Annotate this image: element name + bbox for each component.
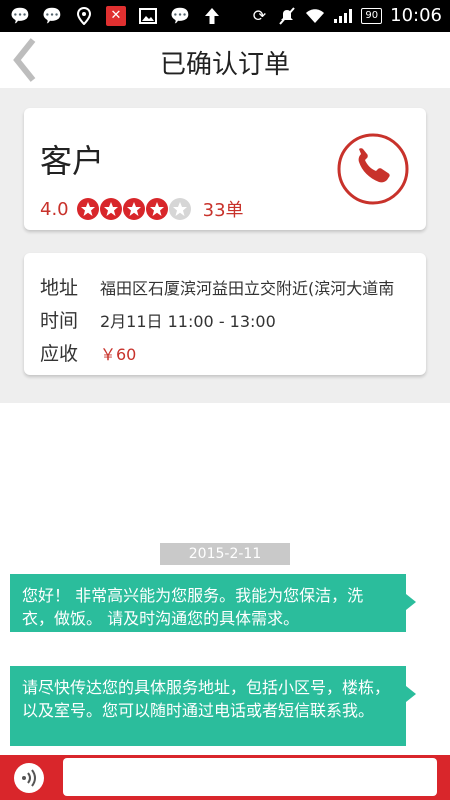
time-label: 时间 bbox=[40, 310, 79, 332]
wifi-icon bbox=[305, 6, 325, 26]
sync-icon: ⟳ bbox=[252, 5, 267, 25]
customer-name: 客户 bbox=[40, 142, 105, 180]
message-input-bar bbox=[0, 755, 450, 800]
customer-card: 客户 4.0 33单 bbox=[24, 108, 426, 230]
address-row: 地址 福田区石厦滨河益田立交附近(滨河大道南 bbox=[40, 273, 420, 300]
call-button[interactable] bbox=[336, 132, 410, 206]
status-bar-notifications: 💬 💬 ✕ 💬 bbox=[10, 6, 222, 26]
image-icon bbox=[138, 6, 158, 26]
signal-icon bbox=[333, 6, 353, 26]
star-filled-icon bbox=[99, 198, 122, 220]
star-empty-icon bbox=[168, 198, 191, 220]
rating-value: 4.0 bbox=[40, 198, 69, 220]
rating-stars bbox=[76, 198, 191, 220]
order-details-card: 地址 福田区石厦滨河益田立交附近(滨河大道南 时间 2月11日 11:00 - … bbox=[24, 253, 426, 375]
voice-input-button[interactable] bbox=[14, 763, 44, 793]
amount-due-row: 应收 ￥60 bbox=[40, 339, 420, 366]
time-row: 时间 2月11日 11:00 - 13:00 bbox=[40, 306, 420, 333]
star-filled-icon bbox=[122, 198, 145, 220]
rating-row: 4.0 33单 bbox=[40, 196, 244, 222]
page-title: 已确认订单 bbox=[159, 50, 290, 80]
voice-icon bbox=[22, 769, 36, 787]
wechat-icon: 💬 bbox=[170, 6, 190, 25]
status-time: 10:06 bbox=[390, 5, 442, 26]
chat-message: 请尽快传达您的具体服务地址，包括小区号，楼栋，以及室号。您可以随时通过电话或者短… bbox=[10, 666, 416, 746]
status-bar: 💬 💬 ✕ 💬 ⟳ 90 10:06 bbox=[0, 0, 450, 32]
star-filled-icon bbox=[76, 198, 99, 220]
star-filled-icon bbox=[145, 198, 168, 220]
chat-message: 您好！ 非常高兴能为您服务。我能为您保洁，洗衣，做饭。 请及时沟通您的具体需求。 bbox=[10, 574, 416, 632]
order-count: 33单 bbox=[202, 200, 244, 221]
title-bar: 已确认订单 bbox=[0, 32, 450, 88]
amount-due-value: ￥60 bbox=[100, 344, 137, 364]
time-value: 2月11日 11:00 - 13:00 bbox=[100, 311, 276, 331]
battery-indicator: 90 bbox=[361, 7, 383, 24]
wechat-icon: 💬 bbox=[42, 6, 62, 25]
wechat-icon: 💬 bbox=[10, 6, 30, 25]
amount-due-label: 应收 bbox=[40, 343, 79, 365]
upload-icon bbox=[202, 6, 222, 26]
status-bar-system: ⟳ 90 10:06 bbox=[249, 5, 442, 26]
address-value: 福田区石厦滨河益田立交附近(滨河大道南 bbox=[100, 278, 395, 298]
order-info-area: 客户 4.0 33单 地址 福田区石厦滨河益田立交附近(滨河大道南 时间 2月1… bbox=[0, 88, 450, 403]
phone-icon bbox=[337, 133, 409, 205]
chat-timestamp: 2015-2-11 10:06:25 bbox=[160, 543, 290, 584]
address-label: 地址 bbox=[40, 277, 79, 299]
location-icon bbox=[74, 6, 94, 26]
app-notification-icon: ✕ bbox=[106, 6, 126, 26]
message-input[interactable] bbox=[63, 758, 437, 796]
mute-icon bbox=[277, 6, 297, 26]
